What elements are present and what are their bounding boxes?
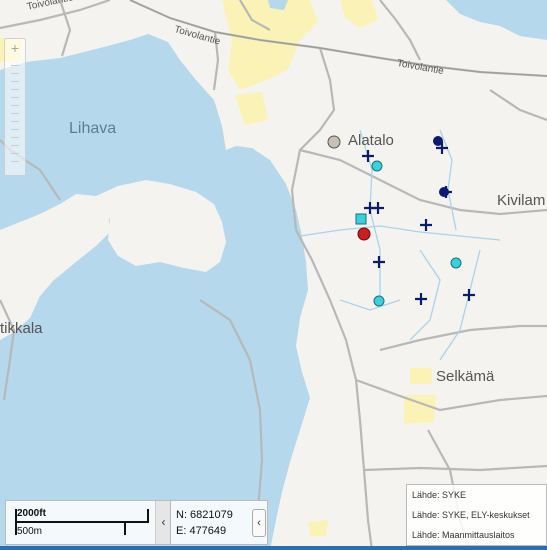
zoom-tick (11, 105, 19, 106)
scale-bar: 2000ft 500m ‹ (5, 500, 171, 545)
coordinate-readout: N: 6821079 E: 477649 ‹ (170, 500, 268, 545)
zoom-tick (11, 65, 19, 66)
cyan-square-marker[interactable] (355, 213, 367, 225)
attribution-box: Lähde: SYKE Lähde: SYKE, ELY-keskukset L… (406, 484, 547, 546)
grey-circle-marker[interactable] (327, 135, 341, 149)
field-area (308, 520, 328, 536)
zoom-tick (11, 129, 19, 130)
red-circle-marker[interactable] (357, 227, 371, 241)
place-label-lihava: Lihava (69, 120, 117, 137)
cyan-circle-marker[interactable] (371, 160, 383, 172)
scale-ft-label: 2000ft (17, 508, 46, 519)
scale-tick (124, 522, 126, 535)
coords-collapse-button[interactable]: ‹ (252, 509, 266, 537)
zoom-tick (11, 137, 19, 138)
zoom-tick (11, 121, 19, 122)
bottom-bar (0, 546, 547, 550)
zoom-in-button[interactable]: + (5, 39, 25, 57)
cyan-circle-marker[interactable] (373, 295, 385, 307)
place-label-selkama: Selkämä (436, 368, 495, 385)
cyan-circle-marker[interactable] (450, 257, 462, 269)
attribution-line: Lähde: SYKE, ELY-keskukset (412, 510, 530, 520)
scale-m-label: 500m (17, 526, 43, 537)
zoom-tick (11, 113, 19, 114)
zoom-tick (11, 97, 19, 98)
zoom-tick (11, 89, 19, 90)
map-canvas[interactable] (0, 0, 547, 550)
zoom-tick (11, 153, 19, 154)
place-label-alatalo: Alatalo (348, 132, 394, 149)
scale-line (15, 521, 149, 523)
coord-east: E: 477649 (176, 525, 227, 537)
attribution-line: Lähde: SYKE (412, 490, 467, 500)
scale-collapse-button[interactable]: ‹ (155, 501, 171, 544)
scale-tick (147, 509, 149, 522)
field-area (410, 368, 432, 384)
zoom-tick (11, 161, 19, 162)
zoom-tick (11, 73, 19, 74)
place-label-kivilam: Kivilam (497, 192, 546, 209)
coord-north: N: 6821079 (176, 509, 233, 521)
zoom-tick (11, 81, 19, 82)
zoom-slider[interactable]: + (4, 38, 26, 176)
zoom-tick (11, 145, 19, 146)
place-label-tikkala: tikkala (0, 320, 43, 337)
attribution-line: Lähde: Maanmittauslaitos (412, 530, 515, 540)
